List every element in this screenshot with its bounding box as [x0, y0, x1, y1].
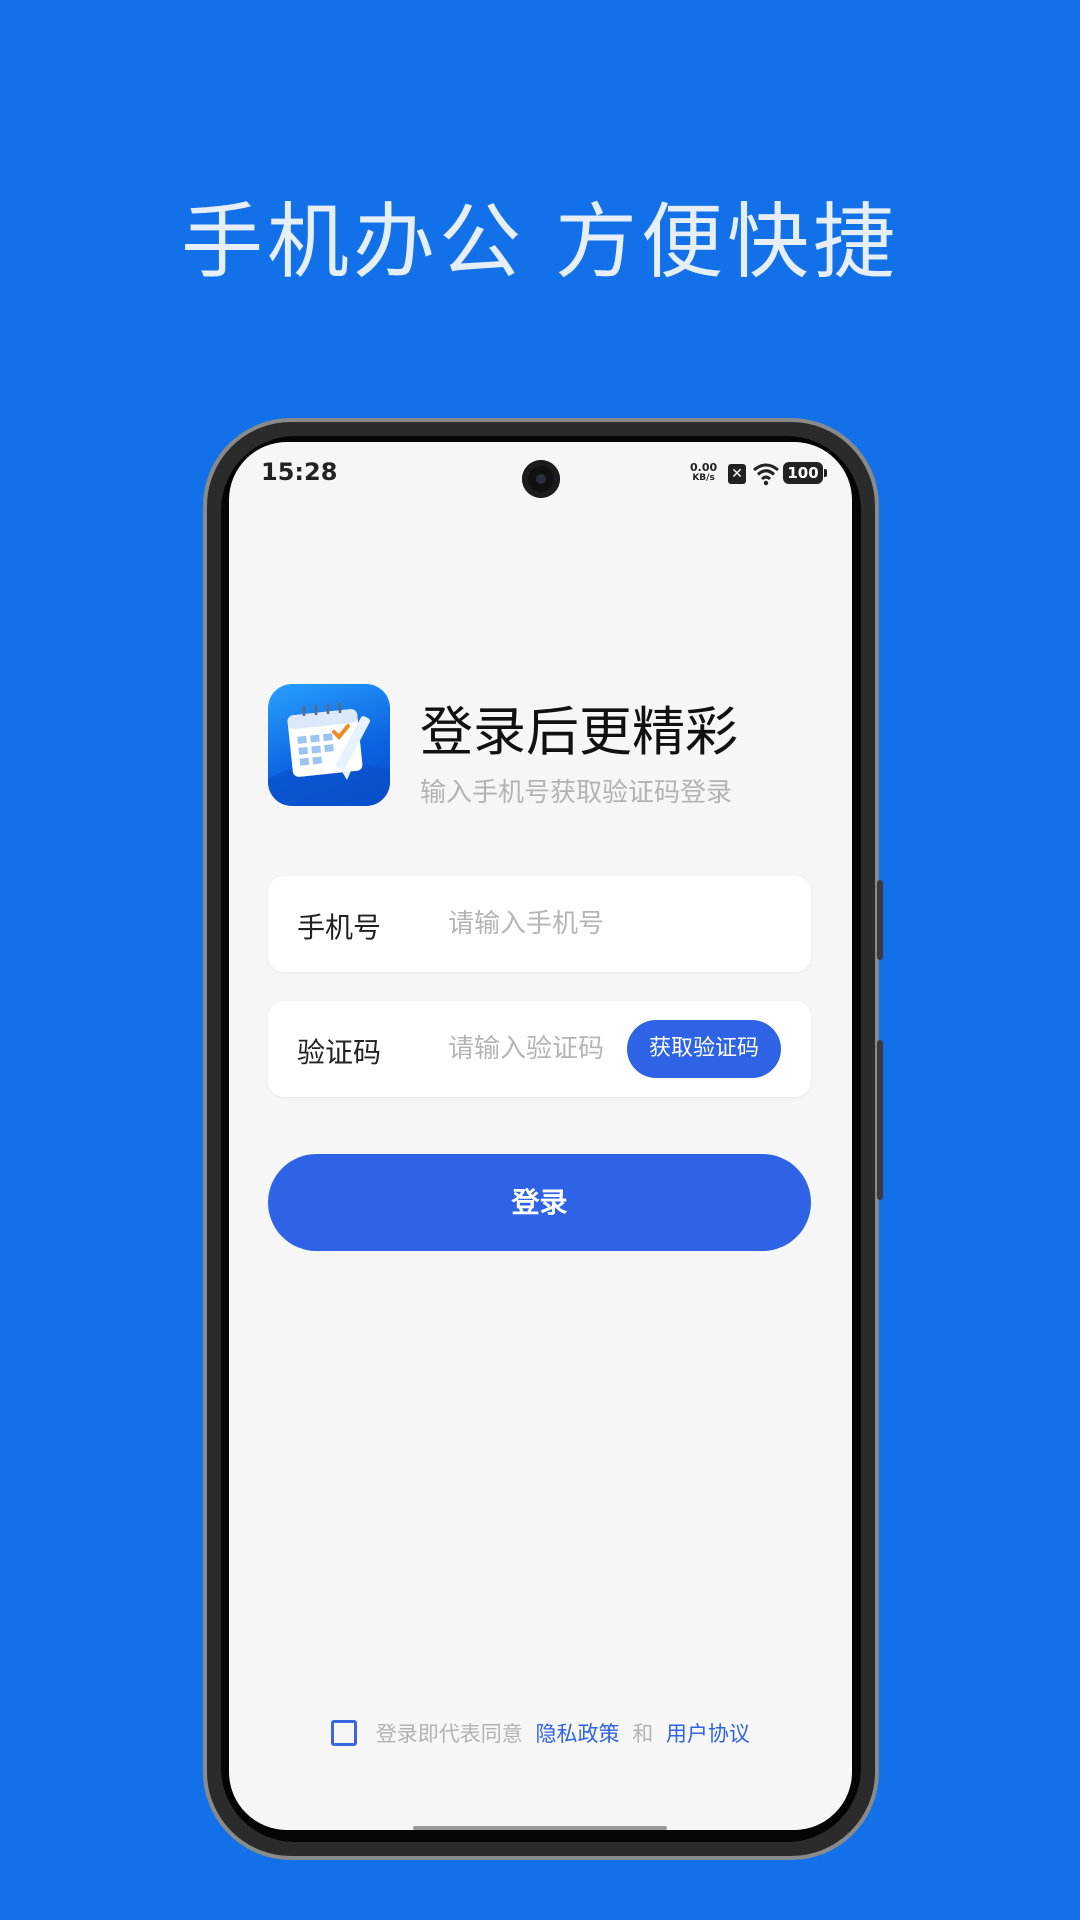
battery-level: 100	[787, 464, 819, 482]
battery-icon: 100	[783, 462, 827, 484]
status-bar: 15:28 0.00 KB/s ✕ 100	[229, 442, 852, 512]
agreement-conjunction: 和	[632, 1722, 654, 1746]
volume-button	[877, 880, 883, 960]
no-sim-icon: ✕	[728, 464, 746, 484]
promo-headline: 手机办公 方便快捷	[180, 195, 900, 290]
wifi-icon	[753, 463, 779, 486]
network-speed-value: 0.00	[690, 461, 718, 474]
login-subtitle: 输入手机号获取验证码登录	[420, 778, 733, 808]
home-indicator	[413, 1826, 667, 1830]
user-agreement-link[interactable]: 用户协议	[666, 1722, 750, 1746]
status-time: 15:28	[261, 458, 338, 486]
login-button[interactable]: 登录	[268, 1154, 811, 1251]
code-field: 验证码 获取验证码	[268, 1001, 811, 1097]
network-speed: 0.00 KB/s	[690, 462, 717, 484]
calendar-app-icon	[268, 684, 390, 806]
agreement-text: 登录即代表同意	[375, 1722, 523, 1746]
phone-screen: 15:28 0.00 KB/s ✕ 100 登录后更精彩 输入手机号获取验证码登…	[229, 442, 852, 1830]
phone-field: 手机号	[268, 876, 811, 972]
login-title: 登录后更精彩	[420, 702, 738, 763]
get-code-button[interactable]: 获取验证码	[627, 1020, 781, 1078]
code-label: 验证码	[297, 1036, 382, 1069]
agreement-checkbox[interactable]	[331, 1720, 358, 1746]
privacy-policy-link[interactable]: 隐私政策	[536, 1722, 620, 1746]
agreement-row: 登录即代表同意 隐私政策 和 用户协议	[229, 1718, 852, 1758]
code-input[interactable]	[448, 1023, 618, 1075]
phone-input[interactable]	[448, 898, 778, 950]
phone-label: 手机号	[297, 911, 382, 944]
power-button	[877, 1040, 883, 1200]
network-speed-unit: KB/s	[692, 473, 715, 483]
front-camera	[522, 460, 560, 498]
